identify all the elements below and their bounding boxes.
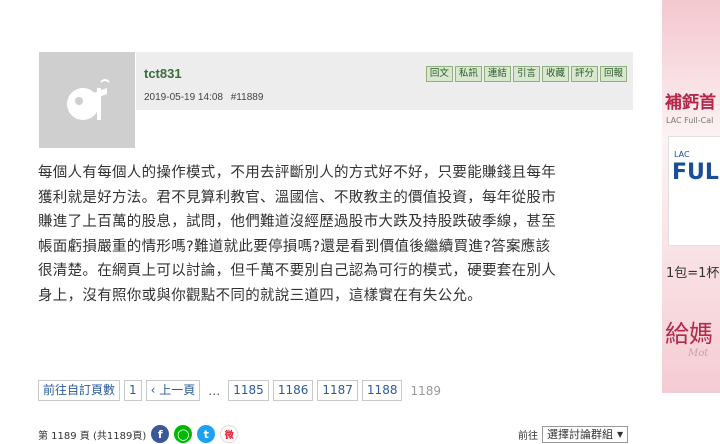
page-button[interactable]: 1185 (228, 380, 269, 401)
page-first-button[interactable]: 1 (124, 380, 142, 401)
pagination: 前往自訂頁數 1 ‹ 上一頁 … 1185 1186 1187 1188 118… (38, 380, 445, 401)
post-body-line: 獲利就是好方法。君不見算利教官、溫國信、不敗教主的價值投資，每年從股市 (38, 189, 556, 206)
page-button[interactable]: 1187 (317, 380, 358, 401)
post-body-line: 帳面虧損嚴重的情形嗎?難道就此要停損嗎?還是看到價值後繼續買進?答案應該 (38, 238, 551, 255)
rate-button[interactable]: 評分 (570, 66, 598, 82)
post-actions: 回文 私訊 連結 引言 收藏 評分 回報 (425, 66, 627, 82)
custom-page-button[interactable]: 前往自訂頁數 (38, 380, 121, 401)
page-button[interactable]: 1188 (361, 380, 403, 401)
ad-headline: 給媽 (665, 320, 713, 348)
post-body-line: 賺進了上百萬的股息，試問，他們難道沒經歷過股市大跌及持股跌破季線，甚至 (38, 214, 556, 230)
post-body-line: 很清楚。在網頁上可以討論，但千萬不要別自己認為可行的模式，硬要套在別人 (38, 263, 556, 279)
pagination-ellipsis: … (208, 383, 221, 398)
post-number[interactable]: #11889 (231, 92, 264, 103)
line-icon[interactable]: ◯ (174, 425, 193, 443)
post-body: 每個人有每個人的操作模式，不用去評斷別人的方式好不好，只要能賺錢且每年 獲利就是… (38, 161, 638, 308)
private-message-button[interactable]: 私訊 (454, 66, 482, 82)
page-info: 第 1189 頁 (共1189頁) (38, 430, 147, 442)
post-body-line: 身上，沒有照你或與你觀點不同的就說三道四，這樣實在有失公允。 (38, 287, 482, 304)
post-body-line: 每個人有每個人的操作模式，不用去評斷別人的方式好不好，只要能賺錢且每年 (38, 165, 556, 181)
report-button[interactable]: 回報 (599, 66, 627, 82)
forum-select-value: 選擇討論群組 (547, 428, 613, 441)
dropdown-arrow-icon: ▼ (617, 430, 624, 439)
post-meta: 2019-05-19 14:08 #11889 (144, 92, 268, 103)
username[interactable]: tct831 (144, 66, 182, 81)
post-area: tct831 2019-05-19 14:08 #11889 回文 私訊 連結 … (0, 0, 654, 444)
ad-script: Mot (688, 348, 709, 359)
ad-offer: 1包=1杯 (666, 266, 720, 281)
link-button[interactable]: 連結 (483, 66, 511, 82)
post-datetime: 2019-05-19 14:08 (144, 92, 223, 103)
goto-label: 前往 (518, 431, 538, 442)
quote-button[interactable]: 引言 (512, 66, 540, 82)
page-button[interactable]: 1186 (272, 380, 314, 401)
weibo-icon[interactable]: 微 (220, 425, 239, 443)
footer-bar: 第 1189 頁 (共1189頁) f ◯ t 微 (38, 425, 239, 443)
ad-product-name: FUL (672, 160, 719, 185)
current-page: 1189 (410, 383, 442, 398)
prev-page-button[interactable]: ‹ 上一頁 (145, 380, 201, 401)
goto-forum: 前往 選擇討論群組 ▼ (518, 426, 629, 443)
twitter-icon[interactable]: t (197, 425, 216, 443)
default-avatar-icon (67, 79, 110, 120)
reply-button[interactable]: 回文 (425, 66, 453, 82)
ad-subtitle: LAC Full-Cal (666, 116, 714, 125)
ad-brand: LAC (674, 150, 690, 159)
post-header: tct831 2019-05-19 14:08 #11889 回文 私訊 連結 … (136, 52, 633, 110)
forum-select[interactable]: 選擇討論群組 ▼ (542, 426, 629, 443)
favorite-button[interactable]: 收藏 (541, 66, 569, 82)
avatar[interactable] (39, 52, 135, 148)
share-icons: f ◯ t 微 (151, 425, 239, 443)
facebook-icon[interactable]: f (151, 425, 170, 443)
side-advertisement[interactable]: 補鈣首 LAC Full-Cal LAC FUL 1包=1杯 給媽 Mot (662, 0, 720, 393)
ad-gap (662, 393, 720, 444)
ad-title: 補鈣首 (665, 93, 716, 113)
